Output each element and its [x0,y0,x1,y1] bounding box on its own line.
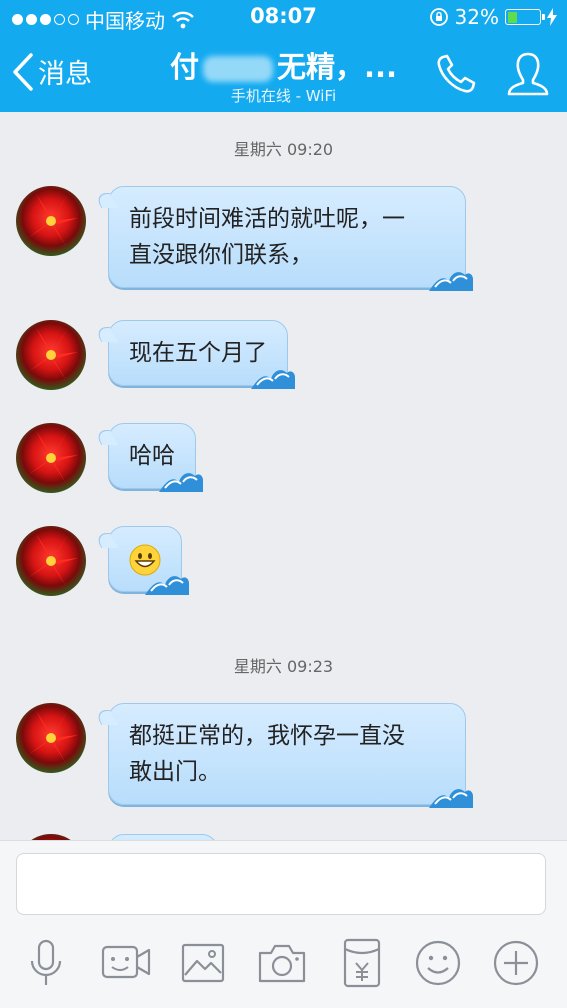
back-label: 消息 [38,59,92,90]
wave-decoration-icon [429,789,473,808]
message-bubble[interactable]: 哈哈 [108,423,203,492]
emoji-icon [415,940,461,986]
phone-call-button[interactable] [434,52,478,100]
message-text: 直没跟你们联系， [129,242,313,268]
redacted-name [202,56,273,82]
avatar[interactable] [16,186,86,256]
message-input[interactable] [16,853,546,915]
microphone-icon [30,939,62,985]
plus-icon [493,940,539,986]
message-text: 前段时间难活的就吐呢，一 [129,206,405,232]
timestamp: 星期六 09:20 [233,140,334,159]
status-right: 32% [429,5,557,29]
video-icon [101,945,151,979]
red-packet-button[interactable] [336,937,388,989]
video-button[interactable] [100,937,152,989]
status-bar: 中国移动 08:07 32% [0,0,567,34]
message-list[interactable]: 星期六 09:20 前段时间难活的就吐呢，一 直没跟你们联系， 现在五个月了 哈… [0,112,567,840]
chevron-left-icon [13,52,33,91]
contact-name-start: 付 [169,50,199,84]
contact-name: 付 无精，... [100,44,467,86]
battery-icon [505,9,545,25]
orientation-lock-icon [429,8,448,26]
timestamp: 星期六 09:23 [233,657,334,676]
message-bubble[interactable]: 都挺正常的，我怀孕一直没 敢出门。 [108,703,473,808]
wave-decoration-icon [251,370,295,389]
message-text: 都挺正常的，我怀孕一直没 [129,723,405,749]
wave-decoration-icon [429,272,473,291]
emoji-button[interactable] [412,937,464,989]
more-button[interactable] [490,937,542,989]
voice-button[interactable] [20,937,72,989]
profile-button[interactable] [505,50,551,102]
camera-icon [258,944,306,983]
input-toolbar [0,937,567,997]
charging-bolt-icon [547,8,557,26]
avatar[interactable] [16,703,86,773]
message-text: 现在五个月了 [129,340,267,366]
message-bubble[interactable] [108,526,189,595]
wave-decoration-icon [145,576,189,595]
online-status: 手机在线 - WiFi [230,87,337,105]
camera-button[interactable] [256,937,308,989]
wave-decoration-icon [159,473,203,492]
image-icon [181,943,225,983]
person-icon [507,52,549,96]
contact-name-end: 无精，... [276,50,398,84]
message-bubble[interactable]: 前段时间难活的就吐呢，一 直没跟你们联系， [108,186,473,291]
avatar[interactable] [16,423,86,493]
photo-button[interactable] [178,937,230,989]
message-text: 敢出门。 [129,759,221,785]
avatar[interactable] [16,320,86,390]
input-panel [0,840,567,1008]
red-packet-icon [343,938,381,988]
back-button[interactable]: 消息 [12,52,92,91]
battery-percent: 32% [454,5,499,29]
phone-icon [437,54,476,93]
message-bubble[interactable]: 现在五个月了 [108,320,295,389]
avatar[interactable] [16,526,86,596]
chat-header: 中国移动 08:07 32% 消息 付 无精，... 手机在线 - WiFi [0,0,567,112]
